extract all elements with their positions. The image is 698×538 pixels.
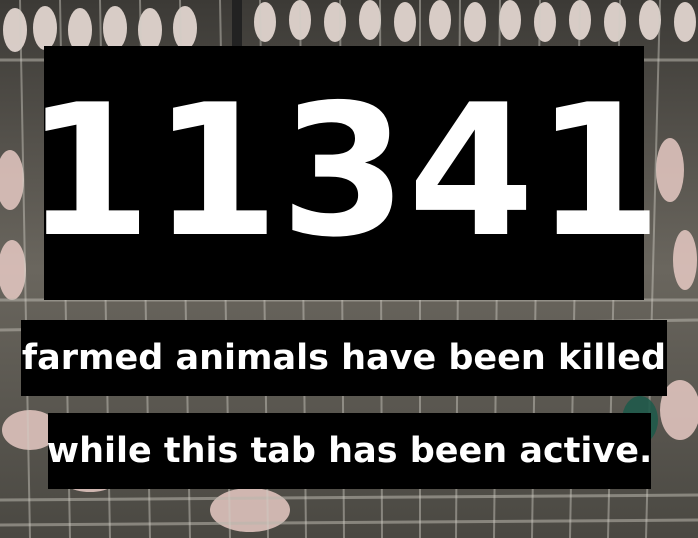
kill-counter-panel: 11341 (25, 46, 662, 300)
caption-line-2-panel: while this tab has been active. (46, 413, 653, 489)
kill-counter-value: 11341 (24, 65, 664, 277)
caption-line-1: farmed animals have been killed (21, 338, 667, 378)
caption-line-2: while this tab has been active. (46, 431, 653, 471)
caption-line-1-panel: farmed animals have been killed (21, 320, 667, 396)
